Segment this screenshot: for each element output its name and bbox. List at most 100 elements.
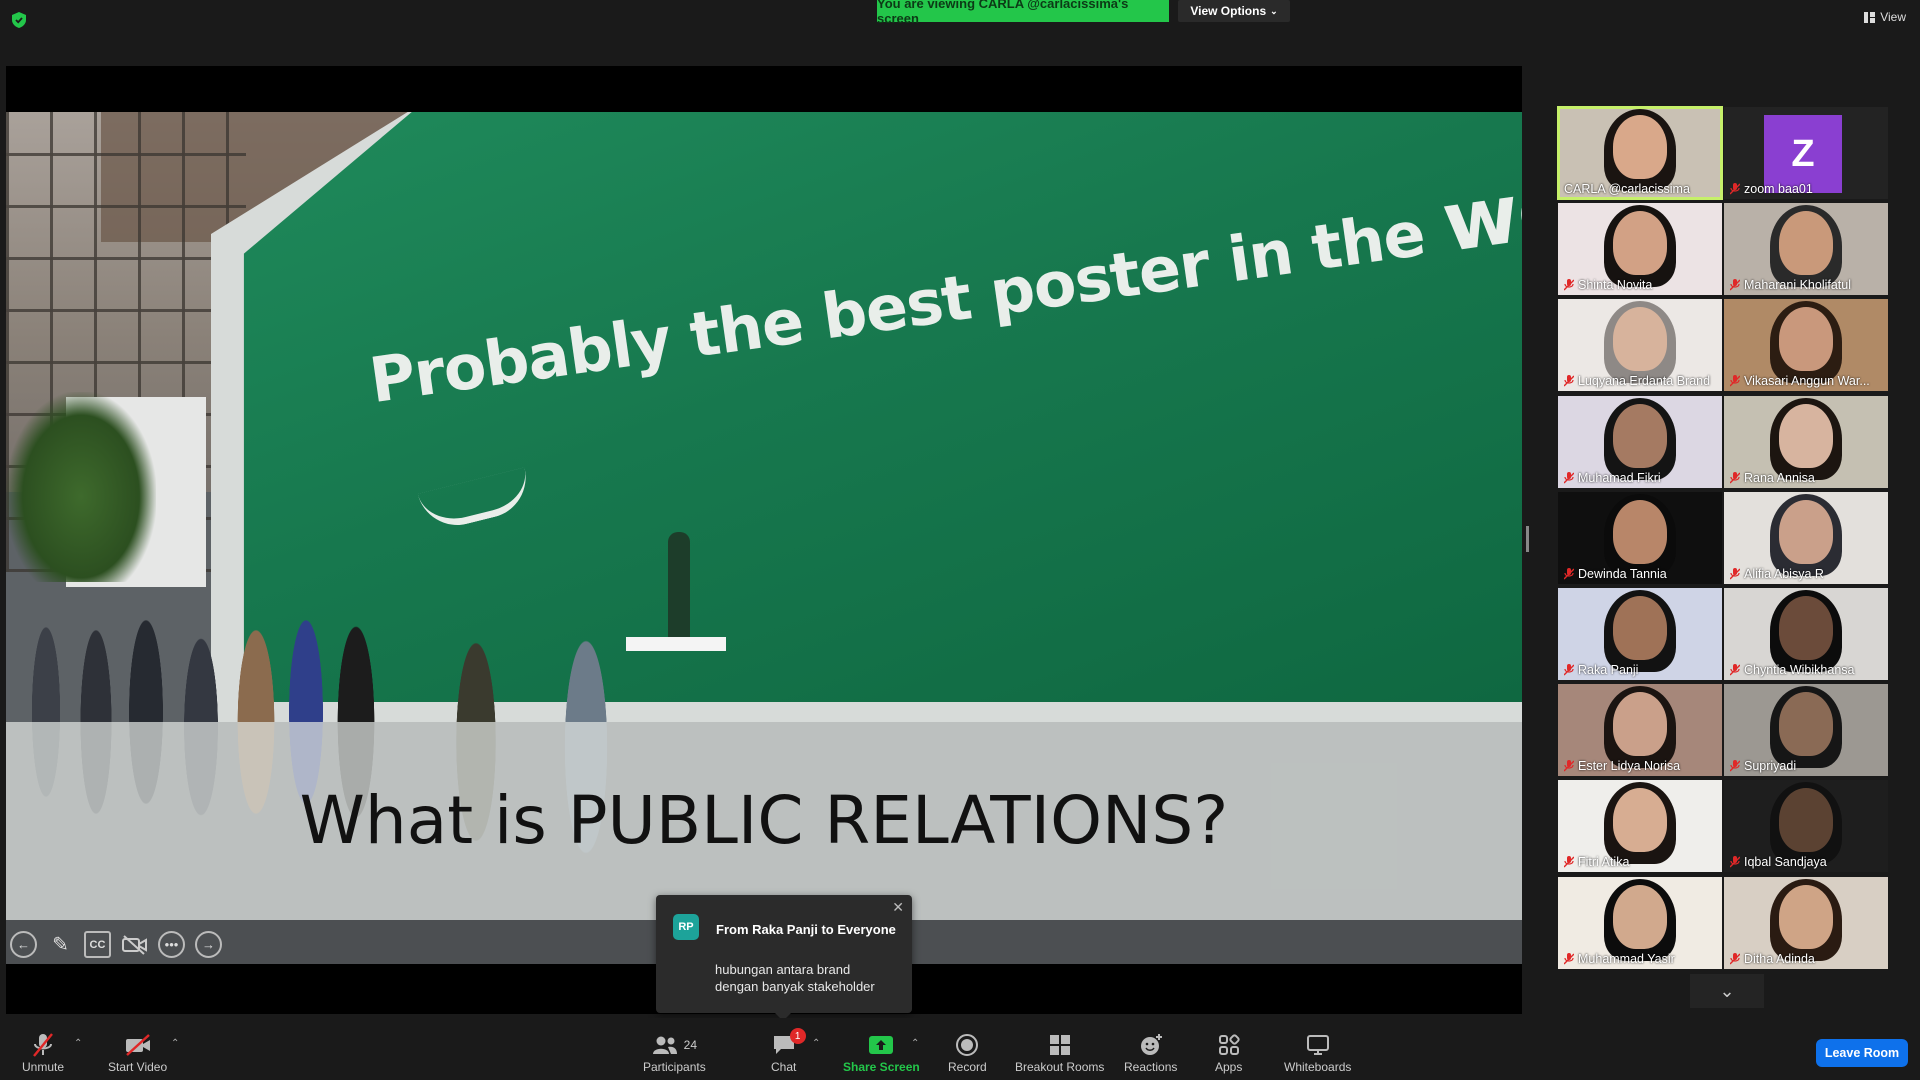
mic-muted-icon	[1564, 760, 1574, 772]
whiteboard-icon	[1306, 1035, 1329, 1055]
participant-face	[1613, 115, 1667, 179]
meeting-toolbar: Unmute ⌃ Start Video ⌃ 24 Participants 1…	[0, 1018, 1920, 1080]
participant-name: Maharani Kholifatul	[1744, 278, 1852, 292]
participant-face	[1613, 211, 1667, 275]
chat-unread-badge: 1	[789, 1028, 806, 1044]
chat-label: Chat	[771, 1060, 797, 1074]
participant-tile[interactable]: Rana Annisa	[1724, 396, 1888, 488]
chevron-down-icon: ⌄	[1719, 980, 1735, 1001]
whiteboards-button[interactable]: Whiteboards	[1284, 1032, 1351, 1074]
video-options-caret[interactable]: ⌃	[171, 1038, 179, 1049]
participant-face	[1779, 500, 1833, 564]
viewing-screen-banner: You are viewing CARLA @carlacissima's sc…	[877, 0, 1169, 26]
view-label: View	[1880, 10, 1906, 24]
participant-tile[interactable]: Zzoom baa01	[1724, 107, 1888, 199]
participant-tile[interactable]: Muhamad Fikri	[1558, 396, 1722, 488]
participant-tile[interactable]: Fitri Atika	[1558, 780, 1722, 872]
audio-options-caret[interactable]: ⌃	[74, 1038, 82, 1049]
participant-gallery: CARLA @carlacissima Zzoom baa01 Shinta Nov…	[1557, 106, 1892, 971]
video-off-icon	[125, 1034, 150, 1056]
participant-tile[interactable]: Ditha Adinda	[1724, 877, 1888, 969]
participant-tile[interactable]: Dewinda Tannia	[1558, 492, 1722, 584]
participant-tile[interactable]: Luqyana Erdanta Brand	[1558, 299, 1722, 391]
mic-muted-icon	[1730, 856, 1740, 868]
participant-tile[interactable]: Iqbal Sandjaya	[1724, 780, 1888, 872]
forward-icon[interactable]: →	[195, 931, 222, 958]
chat-notification[interactable]: RP From Raka Panji to Everyone hubungan …	[656, 895, 912, 1021]
participant-tile[interactable]: Supriyadi	[1724, 684, 1888, 776]
participant-face	[1779, 307, 1833, 371]
chat-button[interactable]: 1 Chat	[771, 1028, 806, 1074]
participant-name-tag: Rana Annisa	[1730, 471, 1815, 485]
participant-tile[interactable]: Shinta Novita	[1558, 203, 1722, 295]
leave-room-button[interactable]: Leave Room	[1816, 1039, 1908, 1067]
share-screen-button[interactable]: Share Screen	[843, 1032, 920, 1074]
mic-muted-icon	[1564, 279, 1574, 291]
apps-button[interactable]: Apps	[1215, 1032, 1242, 1074]
participant-name-tag: Muhamad Fikri	[1564, 471, 1661, 485]
participant-name-tag: Muhammad Yasir	[1564, 952, 1675, 966]
back-icon[interactable]: ←	[10, 931, 37, 958]
participant-name: Muhamad Fikri	[1578, 471, 1661, 485]
reactions-label: Reactions	[1124, 1060, 1178, 1074]
view-button[interactable]: View	[1864, 10, 1906, 24]
share-screen-icon	[869, 1036, 894, 1054]
mic-muted-icon	[1730, 183, 1740, 195]
mic-muted-icon	[1730, 953, 1740, 965]
chat-options-caret[interactable]: ⌃	[812, 1038, 820, 1049]
participant-name-tag: Raka Panji	[1564, 663, 1638, 677]
view-options-button[interactable]: View Options ⌄	[1178, 0, 1290, 22]
participant-face	[1613, 500, 1667, 564]
cc-icon[interactable]: CC	[84, 931, 111, 958]
participant-tile[interactable]: Vikasari Anggun War...	[1724, 299, 1888, 391]
record-label: Record	[948, 1060, 987, 1074]
participant-name-tag: Vikasari Anggun War...	[1730, 374, 1870, 388]
participant-face	[1779, 692, 1833, 756]
close-icon[interactable]: ✕	[892, 899, 904, 916]
participant-name-tag: Supriyadi	[1730, 759, 1796, 773]
mic-muted-icon	[1730, 375, 1740, 387]
more-icon[interactable]: •••	[158, 931, 185, 958]
participants-count: 24	[683, 1038, 698, 1052]
share-options-caret[interactable]: ⌃	[911, 1038, 919, 1049]
participant-name: Luqyana Erdanta Brand	[1578, 374, 1711, 388]
participant-tile[interactable]: Muhammad Yasir	[1558, 877, 1722, 969]
participant-face	[1613, 692, 1667, 756]
mic-muted-icon	[1564, 472, 1574, 484]
participant-tile[interactable]: Alifia Abisya R	[1724, 492, 1888, 584]
participant-tile[interactable]: Ester Lidya Norisa	[1558, 684, 1722, 776]
participant-face	[1613, 307, 1667, 371]
resize-handle[interactable]	[1526, 526, 1529, 552]
participant-face	[1613, 596, 1667, 660]
participant-name: CARLA @carlacissima	[1564, 182, 1690, 196]
participant-name-tag: Iqbal Sandjaya	[1730, 855, 1827, 869]
participant-tile[interactable]: Chyntia Wibikhansa	[1724, 588, 1888, 680]
participant-tile[interactable]: CARLA @carlacissima	[1557, 106, 1723, 200]
participant-name-tag: Dewinda Tannia	[1564, 567, 1667, 581]
breakout-rooms-icon	[1049, 1035, 1070, 1055]
view-options-label: View Options	[1190, 4, 1267, 18]
mic-muted-icon	[1564, 856, 1574, 868]
shared-screen[interactable]: Probably the best poster in the world Wh…	[6, 66, 1522, 1014]
participant-tile[interactable]: Raka Panji	[1558, 588, 1722, 680]
breakout-rooms-button[interactable]: Breakout Rooms	[1015, 1032, 1104, 1074]
grid-view-icon	[1864, 11, 1876, 23]
participant-name-tag: Maharani Kholifatul	[1730, 278, 1851, 292]
gallery-scroll-down-button[interactable]: ⌄	[1690, 974, 1764, 1008]
participants-button[interactable]: 24 Participants	[643, 1032, 706, 1074]
mic-muted-icon	[1730, 472, 1740, 484]
pencil-icon[interactable]: ✎	[47, 931, 74, 958]
participant-tile[interactable]: Maharani Kholifatul	[1724, 203, 1888, 295]
participant-name-tag: Alifia Abisya R	[1730, 567, 1824, 581]
video-off-icon[interactable]	[121, 931, 148, 958]
security-shield-icon[interactable]	[12, 12, 26, 28]
record-button[interactable]: Record	[948, 1032, 987, 1074]
unmute-button[interactable]: Unmute	[22, 1032, 64, 1074]
chat-message-line: dengan banyak stakeholder	[715, 979, 875, 994]
unmute-label: Unmute	[22, 1060, 65, 1074]
participant-name: Raka Panji	[1578, 663, 1639, 677]
start-video-button[interactable]: Start Video	[108, 1032, 167, 1074]
reactions-button[interactable]: Reactions	[1124, 1032, 1177, 1074]
participant-face	[1779, 211, 1833, 275]
participant-name: Dewinda Tannia	[1578, 567, 1667, 581]
